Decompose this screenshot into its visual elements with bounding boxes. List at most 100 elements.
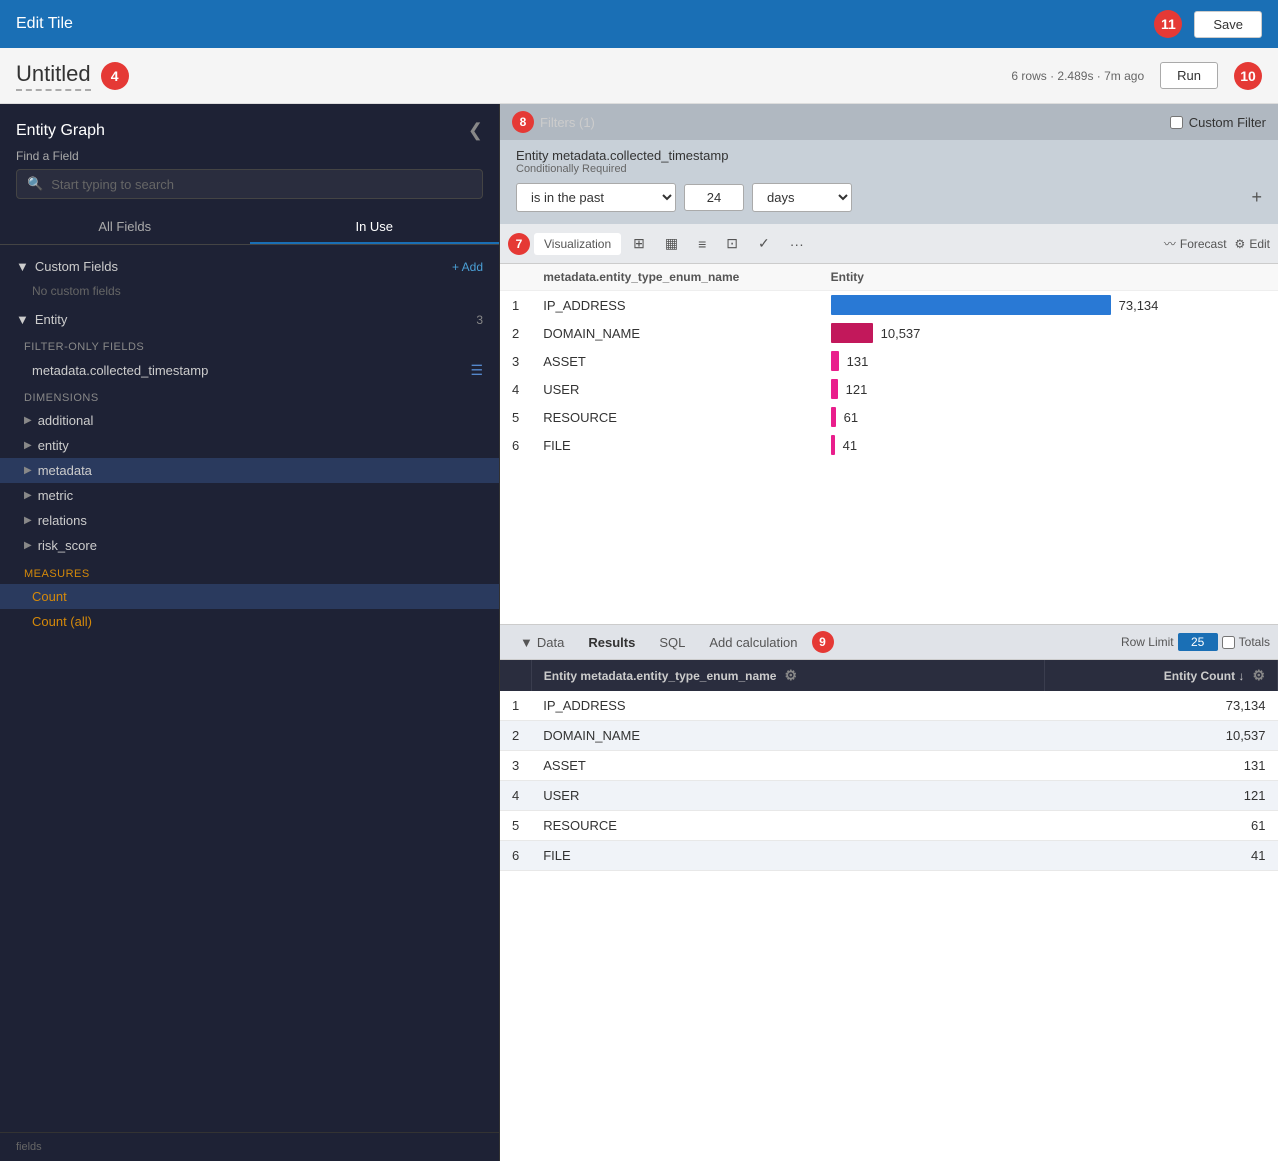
custom-filter-checkbox[interactable] xyxy=(1170,116,1183,129)
results-row: 5 RESOURCE 61 xyxy=(500,811,1278,841)
chart-row-bar: 121 xyxy=(819,375,1278,403)
chart-area: metadata.entity_type_enum_name Entity 1 … xyxy=(500,264,1278,624)
dim-entity[interactable]: ▶ entity xyxy=(0,433,499,458)
results-row-num: 5 xyxy=(500,811,531,841)
filter-field-name: metadata.collected_timestamp xyxy=(32,363,208,378)
entity-count: 3 xyxy=(476,313,483,327)
add-calc-label: Add calculation xyxy=(709,635,797,650)
filter-field-item[interactable]: metadata.collected_timestamp ☰ xyxy=(0,357,499,384)
row-limit-label: Row Limit xyxy=(1121,635,1174,649)
dim-metric[interactable]: ▶ metric xyxy=(0,483,499,508)
results-row-name: FILE xyxy=(531,841,1044,871)
dim-arrow-icon: ▶ xyxy=(24,415,32,426)
custom-filter-toggle[interactable]: Custom Filter xyxy=(1170,115,1266,130)
run-button[interactable]: Run xyxy=(1160,62,1218,89)
entity-arrow-icon: ▼ xyxy=(16,312,29,327)
fields-area: ▼ Custom Fields + Add No custom fields ▼… xyxy=(0,245,499,1132)
tab-in-use[interactable]: In Use xyxy=(250,211,500,244)
add-filter-button[interactable]: + xyxy=(1251,187,1262,208)
list-view-icon[interactable]: ≡ xyxy=(690,232,714,256)
table-view-icon[interactable]: ⊞ xyxy=(625,231,653,256)
filter-number-input[interactable] xyxy=(684,184,744,211)
dim-arrow-icon: ▶ xyxy=(24,440,32,451)
badge-9: 9 xyxy=(812,631,834,653)
chart-row: 5 RESOURCE 61 xyxy=(500,403,1278,431)
totals-checkbox[interactable] xyxy=(1222,636,1235,649)
search-input[interactable] xyxy=(51,177,472,192)
results-row-name: IP_ADDRESS xyxy=(531,691,1044,721)
dim-additional[interactable]: ▶ additional xyxy=(0,408,499,433)
dim-arrow-icon: ▶ xyxy=(24,465,32,476)
dim-relations[interactable]: ▶ relations xyxy=(0,508,499,533)
results-row: 4 USER 121 xyxy=(500,781,1278,811)
tab-visualization[interactable]: Visualization xyxy=(534,233,621,255)
save-button[interactable]: Save xyxy=(1194,11,1262,38)
filter-condition-select[interactable]: is in the past xyxy=(516,183,676,212)
filter-icon: ☰ xyxy=(470,362,483,379)
results-row-value: 61 xyxy=(1045,811,1278,841)
viz-toolbar: 7 Visualization ⊞ ▦ ≡ ⊡ ✓ ··· 〰 Forecast… xyxy=(500,224,1278,264)
results-row-value: 131 xyxy=(1045,751,1278,781)
custom-fields-header[interactable]: ▼ Custom Fields + Add xyxy=(0,253,499,280)
chart-row-bar: 41 xyxy=(819,431,1278,459)
totals-toggle[interactable]: Totals xyxy=(1222,635,1270,649)
scatter-icon[interactable]: ⊡ xyxy=(718,231,746,256)
entity-section-header[interactable]: ▼ Entity 3 xyxy=(0,306,499,333)
chart-row-name: DOMAIN_NAME xyxy=(531,319,818,347)
results-row-num: 2 xyxy=(500,721,531,751)
tab-add-calc[interactable]: Add calculation xyxy=(697,629,809,656)
tile-title[interactable]: Untitled xyxy=(16,61,91,91)
chart-row-name: ASSET xyxy=(531,347,818,375)
tab-all-fields[interactable]: All Fields xyxy=(0,211,250,244)
chart-row-name: IP_ADDRESS xyxy=(531,291,818,320)
tab-data[interactable]: ▼ Data xyxy=(508,629,576,656)
add-custom-field-button[interactable]: + Add xyxy=(452,260,483,274)
data-tab-label: Data xyxy=(537,635,564,650)
measure-count[interactable]: Count xyxy=(0,584,499,609)
results-area: Entity metadata.entity_type_enum_name ⚙ … xyxy=(500,660,1278,1161)
check-icon[interactable]: ✓ xyxy=(750,231,778,256)
results-row-name: DOMAIN_NAME xyxy=(531,721,1044,751)
field-tabs: All Fields In Use xyxy=(0,211,499,245)
bottom-fields-label: fields xyxy=(0,1132,499,1161)
left-panel: Entity Graph ❮ Find a Field 🔍 All Fields… xyxy=(0,104,500,1161)
bottom-tabs: ▼ Data Results SQL Add calculation 9 Row… xyxy=(500,624,1278,660)
forecast-button[interactable]: 〰 Forecast xyxy=(1164,235,1227,252)
edit-button[interactable]: ⚙ Edit xyxy=(1235,237,1270,251)
filter-row: is in the past days + xyxy=(516,183,1262,212)
tab-sql[interactable]: SQL xyxy=(647,629,697,656)
chart-col-name: metadata.entity_type_enum_name xyxy=(531,264,818,291)
results-row-name: ASSET xyxy=(531,751,1044,781)
results-tab-label: Results xyxy=(588,635,635,650)
results-table: Entity metadata.entity_type_enum_name ⚙ … xyxy=(500,660,1278,871)
more-options-icon[interactable]: ··· xyxy=(782,232,812,256)
results-row-value: 41 xyxy=(1045,841,1278,871)
totals-label: Totals xyxy=(1239,635,1270,649)
find-field-label: Find a Field xyxy=(0,149,499,169)
results-col2-header: Entity Count ↓ ⚙ xyxy=(1045,660,1278,691)
results-row-num: 3 xyxy=(500,751,531,781)
col2-settings-icon[interactable]: ⚙ xyxy=(1252,667,1265,684)
chart-row: 6 FILE 41 xyxy=(500,431,1278,459)
dim-risk-score[interactable]: ▶ risk_score xyxy=(0,533,499,558)
edit-label: Edit xyxy=(1249,237,1270,251)
measure-count-all[interactable]: Count (all) xyxy=(0,609,499,634)
tab-results[interactable]: Results xyxy=(576,629,647,656)
results-row-num: 6 xyxy=(500,841,531,871)
bar-chart-icon[interactable]: ▦ xyxy=(657,231,686,256)
collapse-button[interactable]: ❮ xyxy=(468,120,483,141)
page-title: Edit Tile xyxy=(16,15,73,33)
dim-risk-score-label: risk_score xyxy=(38,538,97,553)
forecast-label: Forecast xyxy=(1180,237,1227,251)
results-num-header xyxy=(500,660,531,691)
badge-10: 10 xyxy=(1234,62,1262,90)
dim-metadata[interactable]: ▶ metadata xyxy=(0,458,499,483)
row-limit-input[interactable] xyxy=(1178,633,1218,651)
results-row-num: 4 xyxy=(500,781,531,811)
filter-unit-select[interactable]: days xyxy=(752,183,852,212)
title-bar-left: Untitled 4 xyxy=(16,61,129,91)
col1-settings-icon[interactable]: ⚙ xyxy=(784,667,797,684)
custom-fields-label: Custom Fields xyxy=(35,259,118,274)
results-row: 6 FILE 41 xyxy=(500,841,1278,871)
chart-row-num: 4 xyxy=(500,375,531,403)
